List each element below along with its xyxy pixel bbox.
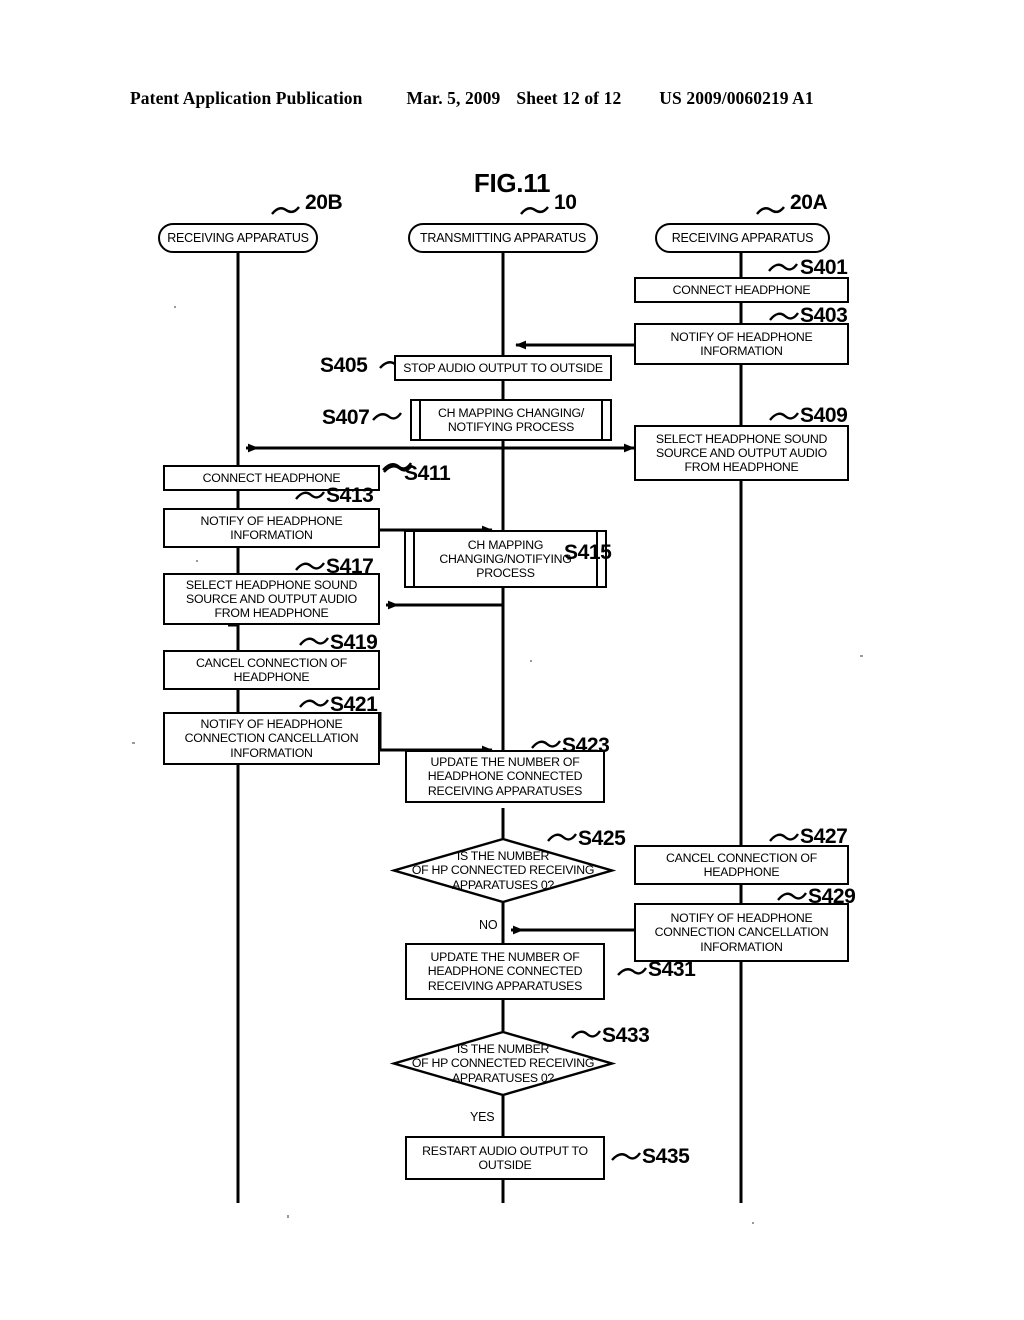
step-text-line2: INFORMATION [700,344,783,358]
scan-speckle [287,1215,289,1218]
step-text-line3: PROCESS [476,566,535,581]
branch-label-no-s425: NO [478,918,499,932]
step-box-s417[interactable]: SELECT HEADPHONE SOUND SOURCE AND OUTPUT… [163,573,380,625]
step-text-line2: HEADPHONE [233,670,310,684]
ref-tag-s433: S433 [602,1024,650,1047]
step-text-line1: CANCEL CONNECTION OF [196,655,347,670]
step-text-line1: NOTIFY OF HEADPHONE [670,329,813,344]
scan-speckle [530,660,532,662]
step-text-line1: CH MAPPING CHANGING/ [438,405,584,420]
ref-tag-s403: S403 [800,304,848,327]
step-box-s435[interactable]: RESTART AUDIO OUTPUT TO OUTSIDE [405,1136,605,1180]
step-text-line1: CANCEL CONNECTION OF [666,850,817,865]
step-text-line2: CHANGING/NOTIFYING [439,551,572,566]
step-box-s421[interactable]: NOTIFY OF HEADPHONE CONNECTION CANCELLAT… [163,712,380,765]
decision-text-line3: APPARATUSES 0? [452,877,554,892]
scan-speckle [196,560,198,562]
ref-tag-s435: S435 [642,1145,690,1168]
decision-text-line1: IS THE NUMBER [456,848,550,863]
ref-tag-20b: 20B [305,191,343,214]
step-box-s419[interactable]: CANCEL CONNECTION OF HEADPHONE [163,650,380,690]
step-box-s401[interactable]: CONNECT HEADPHONE [634,277,849,303]
step-text-line2: CONNECTION CANCELLATION [654,925,829,940]
step-text-line2: HEADPHONE CONNECTED [427,964,583,979]
step-text: CONNECT HEADPHONE [672,282,811,297]
step-text-line1: UPDATE THE NUMBER OF [430,950,580,965]
decision-text-line2: OF HP CONNECTED RECEIVING [411,1056,595,1071]
flowchart-connectors [228,253,743,1203]
ref-tag-20a: 20A [790,191,828,214]
scan-speckle [174,306,176,308]
lane-head-label: RECEIVING APPARATUS [167,231,309,245]
ref-tag-s419: S419 [330,631,378,654]
step-box-s403[interactable]: NOTIFY OF HEADPHONE INFORMATION [634,323,849,365]
lane-head-receiving-apparatus-20b[interactable]: RECEIVING APPARATUS [158,223,318,253]
branch-label-yes-s433: YES [469,1110,496,1124]
ref-tag-s413: S413 [326,484,374,507]
scan-speckle [752,1222,754,1224]
step-text-line2: SOURCE AND OUTPUT AUDIO [186,591,357,606]
step-box-s423[interactable]: UPDATE THE NUMBER OF HEADPHONE CONNECTED… [405,750,605,803]
step-text-line2: HEADPHONE [703,865,780,879]
step-text-line3: FROM HEADPHONE [214,606,329,621]
step-text-line3: INFORMATION [700,939,783,954]
step-box-s431[interactable]: UPDATE THE NUMBER OF HEADPHONE CONNECTED… [405,943,605,1000]
scan-speckle [132,742,135,744]
step-box-s429[interactable]: NOTIFY OF HEADPHONE CONNECTION CANCELLAT… [634,903,849,962]
ref-tag-s411: S411 [404,462,451,485]
ref-tag-s415: S415 [564,541,612,564]
step-box-s427[interactable]: CANCEL CONNECTION OF HEADPHONE [634,845,849,885]
ref-tag-s407: S407 [322,406,370,429]
step-text-line2: INFORMATION [230,528,313,542]
step-box-s407[interactable]: CH MAPPING CHANGING/ NOTIFYING PROCESS [410,399,612,441]
ref-tag-s409: S409 [800,404,848,427]
step-text-line3: RECEIVING APPARATUSES [427,978,583,993]
ref-tag-s401: S401 [800,256,848,279]
step-box-s413[interactable]: NOTIFY OF HEADPHONE INFORMATION [163,508,380,548]
step-text-line2: OUTSIDE [478,1158,532,1172]
decision-text-line3: APPARATUSES 0? [452,1070,554,1085]
step-text-line3: RECEIVING APPARATUSES [427,783,583,798]
lane-head-label: TRANSMITTING APPARATUS [420,231,586,245]
ref-tag-s429: S429 [808,885,856,908]
patent-sheet: Patent Application Publication Mar. 5, 2… [0,0,1024,1320]
step-text-line3: FROM HEADPHONE [684,460,799,475]
step-text-line1: CH MAPPING [467,537,544,552]
ref-tag-s431: S431 [648,958,696,981]
decision-text-line1: IS THE NUMBER [456,1041,550,1056]
ref-tag-s417: S417 [326,555,374,578]
step-text: CONNECT HEADPHONE [202,470,341,485]
step-text-line2: SOURCE AND OUTPUT AUDIO [656,445,827,460]
step-text: STOP AUDIO OUTPUT TO OUTSIDE [403,360,603,375]
step-text-line1: NOTIFY OF HEADPHONE [670,911,813,926]
ref-tag-s425: S425 [578,827,626,850]
step-text-line2: HEADPHONE CONNECTED [427,769,583,784]
lane-head-label: RECEIVING APPARATUS [671,231,814,245]
lane-head-receiving-apparatus-20a[interactable]: RECEIVING APPARATUS [655,223,830,253]
ref-tag-10: 10 [554,191,577,214]
step-text-line2: NOTIFYING PROCESS [447,420,575,434]
step-decision-s433[interactable]: IS THE NUMBER OF HP CONNECTED RECEIVING … [389,1030,617,1097]
step-text-line1: SELECT HEADPHONE SOUND [655,431,828,446]
step-box-s409[interactable]: SELECT HEADPHONE SOUND SOURCE AND OUTPUT… [634,425,849,481]
step-text-line1: NOTIFY OF HEADPHONE [200,513,343,528]
step-text-line1: NOTIFY OF HEADPHONE [200,717,343,732]
ref-tag-s405: S405 [320,354,368,377]
step-box-s405[interactable]: STOP AUDIO OUTPUT TO OUTSIDE [394,355,612,381]
scan-speckle [860,655,863,657]
step-text-line2: CONNECTION CANCELLATION [184,731,359,746]
step-text-line1: SELECT HEADPHONE SOUND [185,577,358,592]
step-text-line1: RESTART AUDIO OUTPUT TO [422,1143,588,1158]
ref-tag-s423: S423 [562,734,610,757]
step-text-line1: UPDATE THE NUMBER OF [430,755,580,770]
ref-tag-s421: S421 [330,693,378,716]
ref-tag-s427: S427 [800,825,848,848]
lane-head-transmitting-apparatus-10[interactable]: TRANSMITTING APPARATUS [408,223,598,253]
decision-text-line2: OF HP CONNECTED RECEIVING [411,863,595,878]
step-text-line3: INFORMATION [230,745,313,760]
